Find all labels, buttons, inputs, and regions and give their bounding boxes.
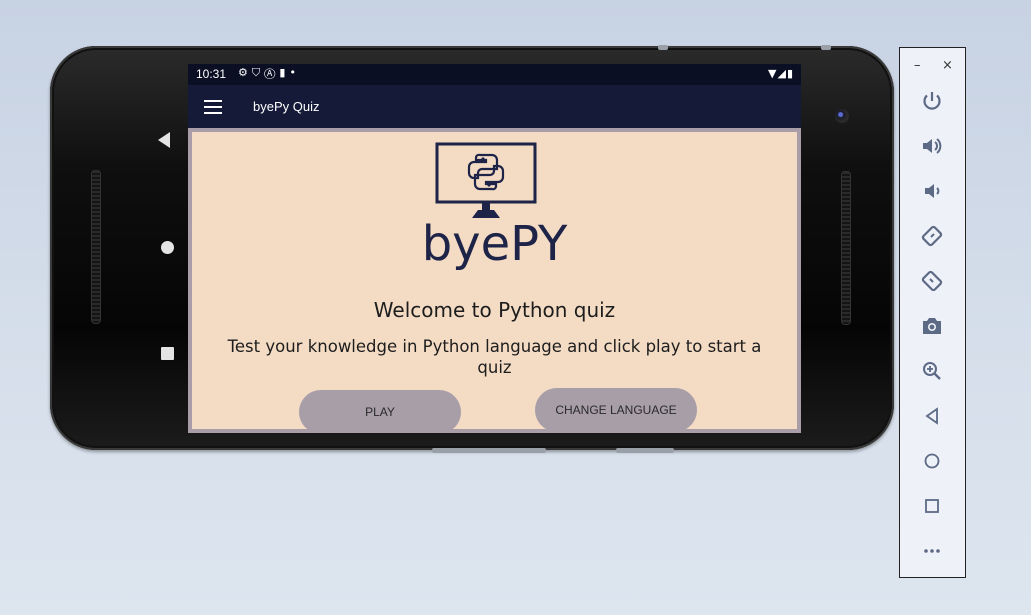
camera-icon[interactable]	[916, 310, 948, 342]
recent-apps-icon[interactable]	[161, 347, 174, 360]
change-language-button[interactable]: CHANGE LANGUAGE	[535, 388, 697, 432]
close-button[interactable]: ×	[942, 58, 953, 73]
a-icon: Ⓐ	[264, 66, 280, 79]
sd-card-icon: ▮	[279, 66, 290, 79]
more-icon[interactable]	[916, 535, 948, 567]
power-icon[interactable]	[916, 85, 948, 117]
signal-icon: ◢	[777, 67, 787, 80]
phone-side-button[interactable]	[658, 45, 668, 50]
welcome-heading: Welcome to Python quiz	[373, 298, 616, 322]
rotate-left-icon[interactable]	[916, 220, 948, 252]
speaker-grille	[841, 171, 851, 325]
volume-down-icon[interactable]	[916, 175, 948, 207]
status-bar: 10:31 ⚙⛉Ⓐ▮• ▼◢▮	[188, 64, 801, 85]
settings-icon: ⚙	[238, 66, 252, 79]
play-button[interactable]: PLAY	[299, 390, 461, 433]
home-icon[interactable]	[916, 445, 948, 477]
status-right-icons: ▼◢▮	[768, 67, 794, 80]
back-icon[interactable]	[916, 400, 948, 432]
rotate-right-icon[interactable]	[916, 265, 948, 297]
front-camera	[835, 109, 849, 123]
back-icon[interactable]	[158, 132, 170, 148]
volume-up-icon[interactable]	[916, 130, 948, 162]
app-bar: byePy Quiz	[188, 85, 801, 128]
shield-icon: ⛉	[251, 66, 265, 79]
speaker-grille	[91, 170, 101, 324]
overview-icon[interactable]	[916, 490, 948, 522]
phone-power-button[interactable]	[616, 448, 674, 453]
status-left-icons: ⚙⛉Ⓐ▮•	[238, 66, 300, 80]
welcome-description: Test your knowledge in Python language a…	[227, 337, 762, 377]
phone-side-button[interactable]	[821, 45, 831, 50]
app-title: byePy Quiz	[253, 99, 320, 114]
status-time: 10:31	[196, 67, 227, 81]
dot-icon: •	[289, 66, 300, 79]
brand-wordmark: byePY	[421, 216, 568, 272]
battery-icon: ▮	[786, 67, 794, 80]
main-content: byePY Welcome to Python quiz Test your k…	[188, 128, 801, 433]
device-screen: 10:31 ⚙⛉Ⓐ▮• ▼◢▮ byePy Quiz byePY Welcome…	[188, 64, 801, 433]
minimize-button[interactable]: –	[914, 58, 921, 73]
zoom-icon[interactable]	[916, 355, 948, 387]
phone-volume-button[interactable]	[432, 448, 546, 453]
python-monitor-logo-icon	[435, 142, 537, 218]
emulator-toolbar: – ×	[899, 47, 966, 578]
menu-icon[interactable]	[204, 100, 222, 114]
home-icon[interactable]	[161, 241, 174, 254]
